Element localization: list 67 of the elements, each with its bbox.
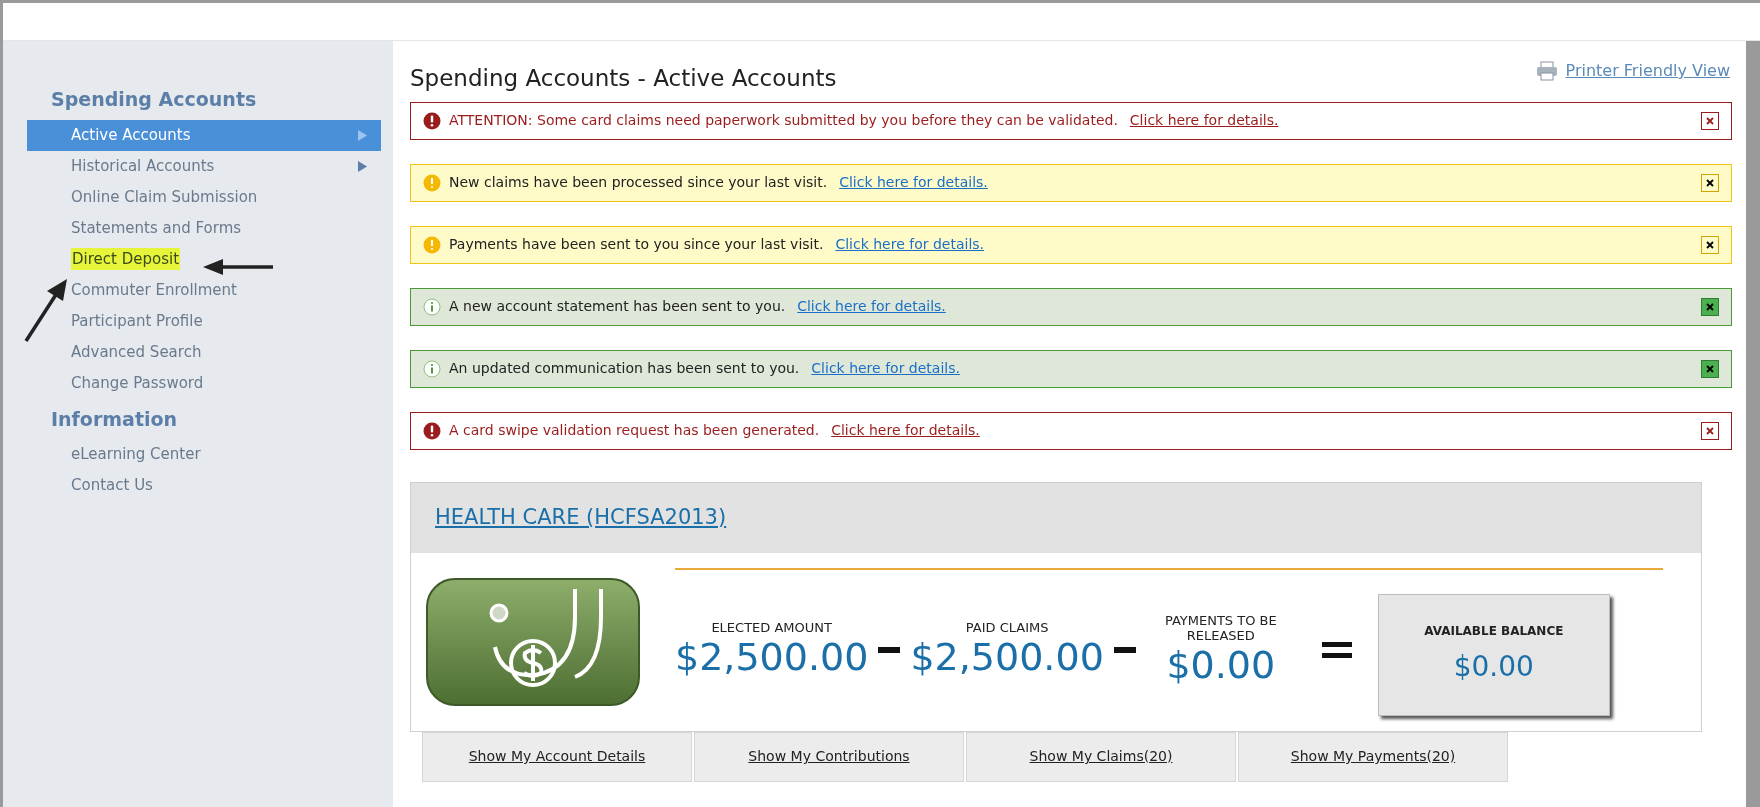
sidebar-item[interactable]: Advanced Search (27, 336, 381, 368)
info-icon (423, 297, 441, 316)
alert-message: ATTENTION: Some card claims need paperwork submitted by you before they can be validated. (449, 111, 1118, 130)
account-title-link[interactable]: HEALTH CARE (HCFSA2013) (435, 501, 727, 534)
details-link[interactable]: Click here for details. (811, 358, 960, 379)
equals-sign (1321, 639, 1352, 660)
stethoscope-dollar-icon (425, 576, 641, 707)
sidebar-heading: Information (50, 406, 179, 432)
account-tab[interactable]: Show My Account Details (422, 731, 692, 782)
amount-label: PAYMENTS TO BE RELEASED (1163, 612, 1278, 643)
account-tab[interactable]: Show My Contributions (694, 731, 964, 782)
minus-sign (1113, 646, 1136, 653)
sidebar-item[interactable]: Active Accounts (27, 119, 381, 151)
sidebar-item[interactable]: eLearning Center (27, 439, 381, 470)
pointer-arrow (203, 259, 273, 275)
close-icon (1706, 116, 1714, 125)
amount-value: $2,500.00 (910, 635, 1104, 679)
alert-message: A card swipe validation request has been generated. (449, 421, 820, 440)
exclamation-icon (423, 421, 441, 440)
close-button[interactable] (1701, 173, 1719, 192)
close-icon (1706, 240, 1714, 249)
chevron-icon (358, 160, 367, 172)
alert-message: New claims have been processed since your last visit. (449, 173, 828, 192)
printer-friendly-link[interactable]: Printer Friendly View (1565, 59, 1730, 83)
exclamation-icon (423, 173, 441, 192)
sidebar-item[interactable]: Statements and Forms (27, 212, 381, 244)
info-icon (423, 359, 441, 378)
details-link[interactable]: Click here for details. (1129, 110, 1279, 131)
details-link[interactable]: Click here for details. (839, 172, 988, 193)
amount-label: ELECTED AMOUNT (711, 620, 832, 635)
close-icon (1706, 178, 1714, 187)
exclamation-icon (423, 235, 441, 254)
close-button[interactable] (1701, 297, 1719, 316)
close-button[interactable] (1701, 111, 1719, 130)
amount-value: $2,500.00 (675, 635, 869, 679)
sidebar-item[interactable]: Change Password (27, 367, 381, 399)
printer-icon (1535, 61, 1558, 81)
minus-sign (878, 646, 901, 653)
amount-label: PAID CLAIMS (965, 620, 1049, 635)
exclamation-icon (423, 111, 441, 130)
close-icon (1706, 364, 1714, 373)
close-button[interactable] (1701, 235, 1719, 254)
sidebar-item[interactable]: Historical Accounts (27, 150, 381, 182)
alert-message: Payments have been sent to you since your last visit. (449, 235, 824, 254)
close-button[interactable] (1701, 359, 1719, 378)
account-tab[interactable]: Show My Claims(20) (966, 731, 1236, 782)
close-button[interactable] (1701, 421, 1719, 440)
alert-message: An updated communication has been sent to you. (449, 359, 800, 378)
balance-label: AVAILABLE BALANCE (1424, 622, 1564, 640)
sidebar-heading: Spending Accounts (50, 87, 258, 112)
chevron-icon (358, 129, 367, 141)
sidebar-item[interactable]: Online Claim Submission (27, 181, 381, 213)
alert-message: A new account statement has been sent to you. (449, 297, 786, 316)
sidebar-item[interactable]: Commuter Enrollment (27, 274, 381, 306)
close-icon (1706, 426, 1714, 435)
pointer-arrow (23, 279, 69, 343)
amount-value: $0.00 (1166, 642, 1276, 687)
page-title: Spending Accounts - Active Accounts (410, 64, 837, 93)
details-link[interactable]: Click here for details. (797, 296, 946, 317)
account-tab[interactable]: Show My Payments(20) (1238, 731, 1508, 782)
sidebar-item[interactable]: Direct Deposit (27, 243, 381, 275)
details-link[interactable]: Click here for details. (835, 234, 985, 255)
balance-value: $0.00 (1453, 648, 1534, 685)
sidebar-item[interactable]: Contact Us (27, 470, 381, 501)
details-link[interactable]: Click here for details. (831, 420, 980, 441)
sidebar-item[interactable]: Participant Profile (27, 305, 381, 337)
close-icon (1706, 302, 1714, 311)
